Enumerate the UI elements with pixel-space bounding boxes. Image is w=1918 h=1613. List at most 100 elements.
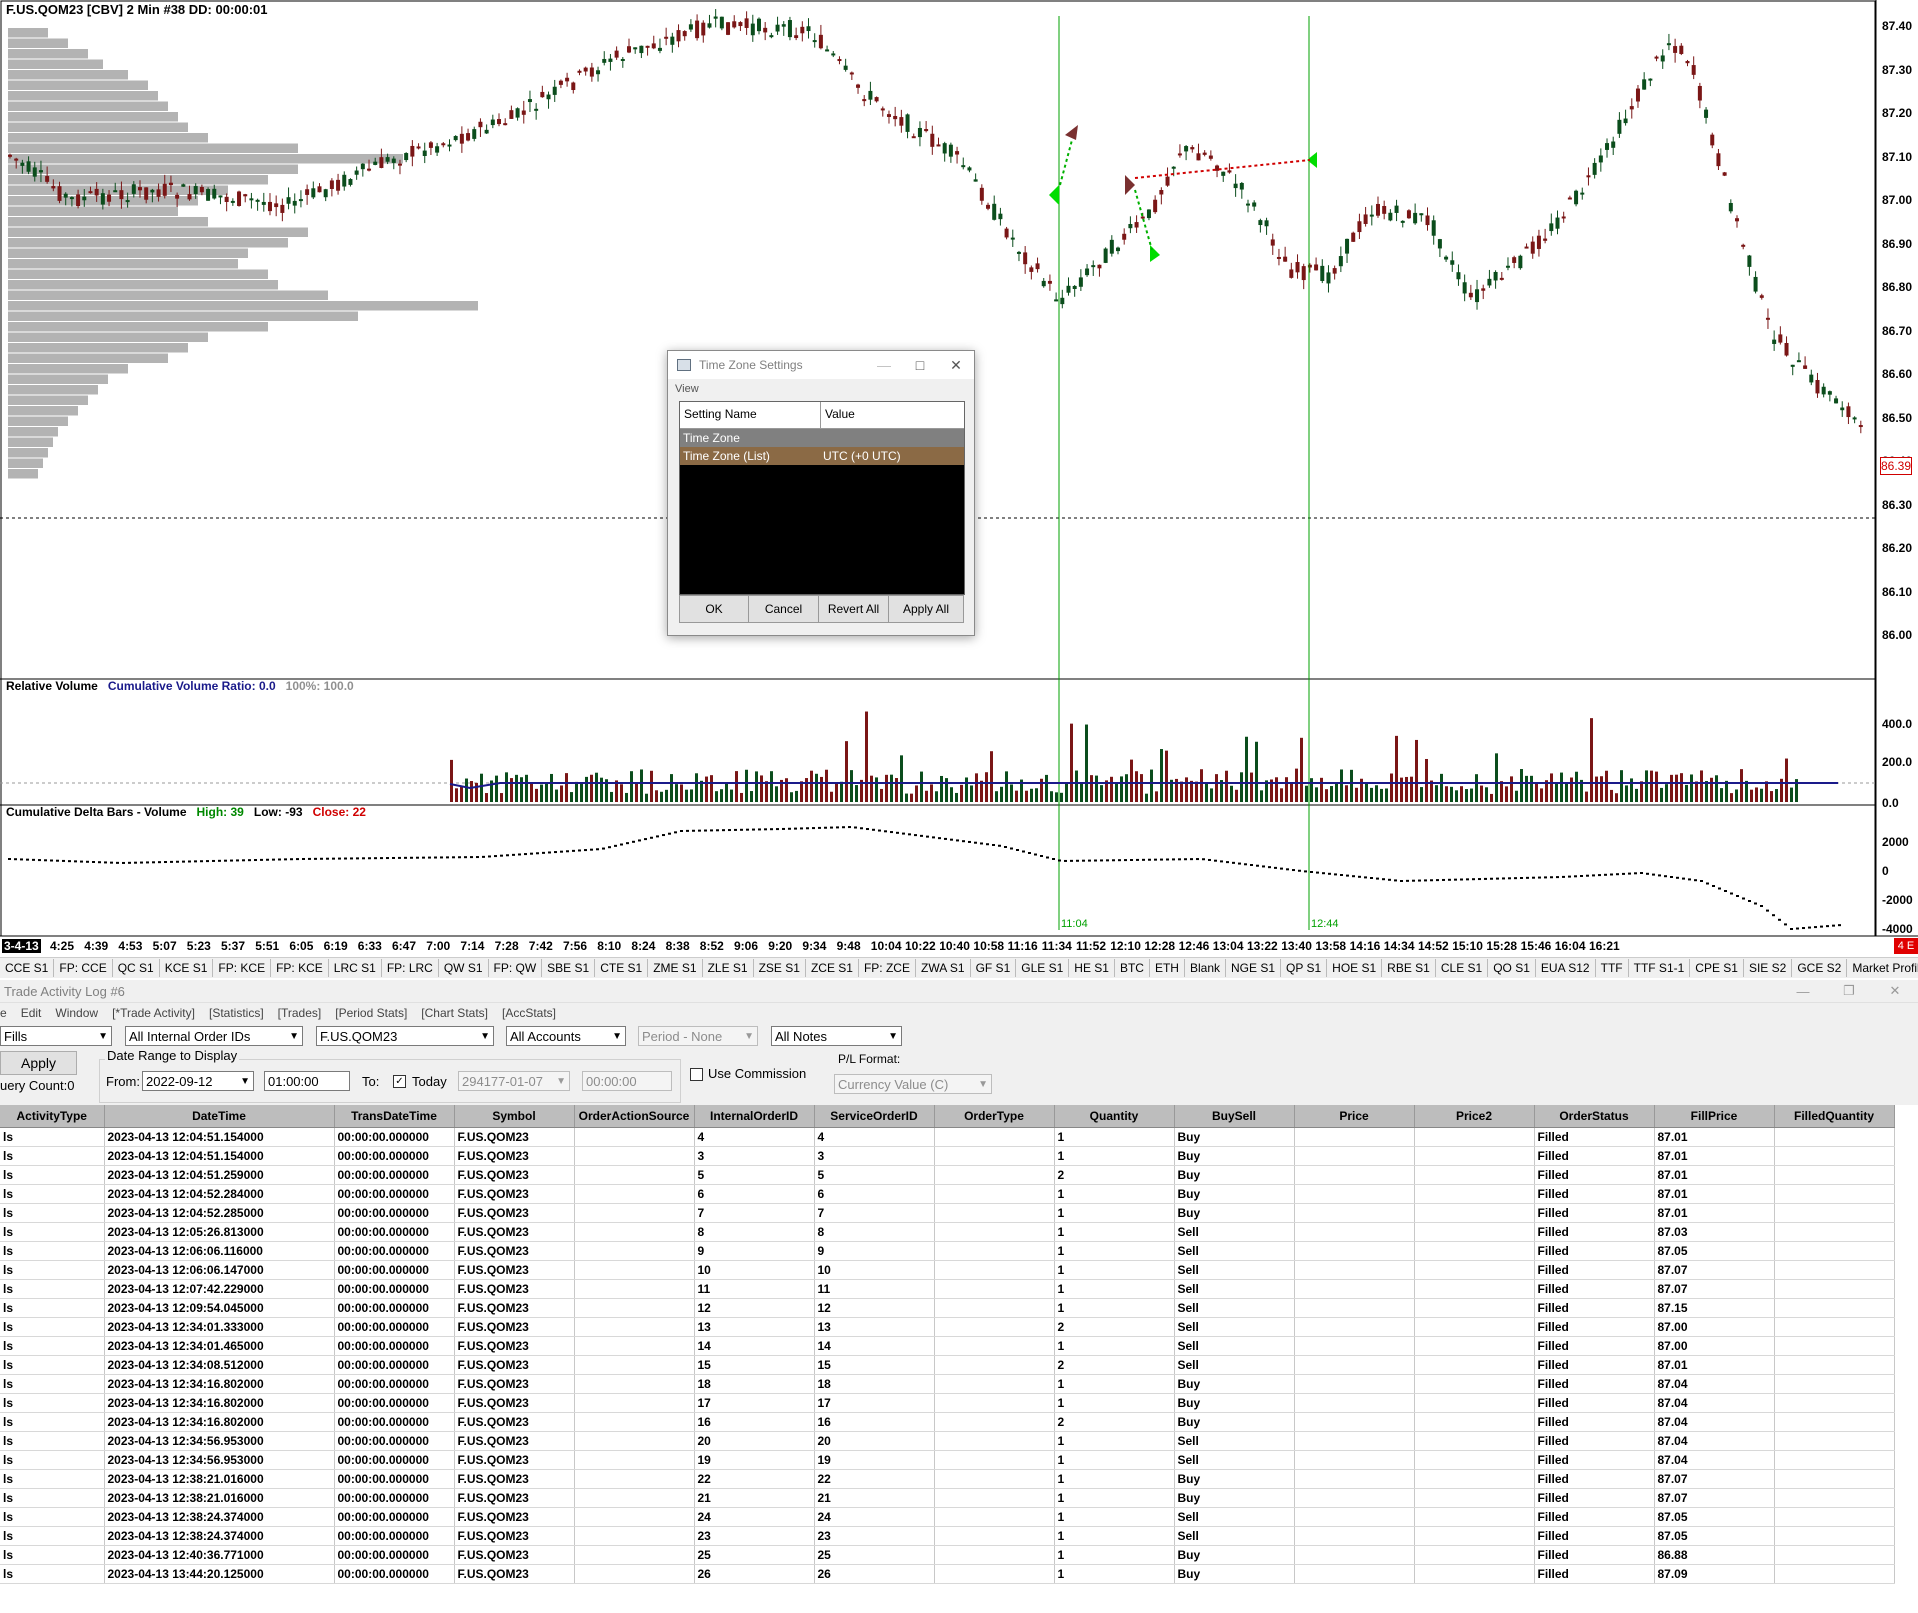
chartbook-tab[interactable]: ZSE S1: [754, 959, 806, 977]
minimize-icon[interactable]: —: [1780, 984, 1826, 999]
chartbook-tab[interactable]: RBE S1: [1382, 959, 1436, 977]
chartbook-tab[interactable]: ETH: [1150, 959, 1185, 977]
chartbook-tab[interactable]: EUA S12: [1536, 959, 1596, 977]
table-row[interactable]: ls 2023-04-13 12:34:56.953000 00:00:00.000…: [0, 1450, 1895, 1470]
table-row[interactable]: ls 2023-04-13 12:38:24.374000 00:00:00.000…: [0, 1507, 1895, 1527]
apply-button[interactable]: Apply: [0, 1051, 77, 1075]
trade-activity-log-window[interactable]: Trade Activity Log #6 — ❐ ✕ e Edit Window […: [0, 980, 1918, 1613]
menu-item[interactable]: Window: [55, 1006, 98, 1020]
table-row[interactable]: ls 2023-04-13 12:40:36.771000 00:00:00.000…: [0, 1545, 1895, 1565]
column-header[interactable]: ServiceOrderID: [814, 1105, 935, 1128]
cancel-button[interactable]: Cancel: [748, 595, 819, 623]
close-icon[interactable]: ✕: [1872, 983, 1918, 999]
from-time-input[interactable]: 01:00:00: [264, 1071, 350, 1091]
today-checkbox[interactable]: ✓: [393, 1075, 406, 1088]
trade-log-titlebar[interactable]: Trade Activity Log #6 — ❐ ✕: [0, 980, 1918, 1003]
chartbook-tab[interactable]: KCE S1: [160, 959, 214, 977]
menu-item[interactable]: [AccStats]: [502, 1006, 556, 1020]
chartbook-tab[interactable]: HOE S1: [1327, 959, 1383, 977]
column-header[interactable]: BuySell: [1174, 1105, 1295, 1128]
chartbook-tab[interactable]: QW S1: [439, 959, 489, 977]
column-header[interactable]: Quantity: [1054, 1105, 1175, 1128]
menu-item[interactable]: [*Trade Activity]: [112, 1006, 195, 1020]
chartbook-tab[interactable]: ZWA S1: [916, 959, 971, 977]
chartbook-tab[interactable]: Blank: [1185, 959, 1226, 977]
notes-select[interactable]: All Notes ▼: [771, 1026, 902, 1046]
chartbook-tab[interactable]: ZCE S1: [806, 959, 859, 977]
trade-activity-grid[interactable]: ActivityType DateTime TransDateTime Symbol O…: [0, 1105, 1918, 1613]
chartbook-tab[interactable]: Market Profile Long Term: [1847, 959, 1918, 977]
apply-all-button[interactable]: Apply All: [888, 595, 964, 623]
table-row[interactable]: ls 2023-04-13 12:34:16.802000 00:00:00.000…: [0, 1374, 1895, 1394]
chartbook-tab[interactable]: SIE S2: [1744, 959, 1793, 977]
maximize-icon[interactable]: □: [902, 357, 938, 373]
table-row[interactable]: ls 2023-04-13 12:04:51.259000 00:00:00.000…: [0, 1165, 1895, 1185]
activity-type-select[interactable]: Fills ▼: [0, 1026, 112, 1046]
menu-item[interactable]: Edit: [21, 1006, 42, 1020]
chartbook-tab[interactable]: TTF: [1596, 959, 1629, 977]
table-row[interactable]: ls 2023-04-13 12:05:26.813000 00:00:00.000…: [0, 1222, 1895, 1242]
chartbook-tab[interactable]: FP: KCE: [271, 959, 329, 977]
chartbook-tab[interactable]: TTF S1-1: [1629, 959, 1691, 977]
chartbook-tab[interactable]: LRC S1: [329, 959, 382, 977]
chartbook-tab[interactable]: GF S1: [971, 959, 1017, 977]
column-header[interactable]: Price2: [1414, 1105, 1535, 1128]
chartbook-tab[interactable]: NGE S1: [1226, 959, 1282, 977]
internal-order-select[interactable]: All Internal Order IDs ▼: [125, 1026, 303, 1046]
settings-table[interactable]: Setting Name Value Time Zone Time Zone (…: [679, 401, 965, 595]
close-icon[interactable]: ✕: [938, 357, 974, 374]
to-date-picker[interactable]: 294177-01-07 ▼: [458, 1071, 570, 1091]
table-row[interactable]: ls 2023-04-13 12:04:52.285000 00:00:00.000…: [0, 1203, 1895, 1223]
setting-row-time-zone[interactable]: Time Zone (List) UTC (+0 UTC): [680, 447, 964, 465]
time-zone-settings-dialog[interactable]: Time Zone Settings — □ ✕ View Setting Na…: [667, 350, 975, 636]
chartbook-tab[interactable]: CPE S1: [1690, 959, 1744, 977]
minimize-icon[interactable]: —: [866, 357, 902, 373]
column-header[interactable]: OrderActionSource: [574, 1105, 695, 1128]
chartbook-tab[interactable]: QP S1: [1281, 959, 1328, 977]
table-row[interactable]: ls 2023-04-13 12:34:01.465000 00:00:00.000…: [0, 1336, 1895, 1356]
from-date-picker[interactable]: 2022-09-12 ▼: [142, 1071, 254, 1091]
menu-item[interactable]: [Period Stats]: [335, 1006, 407, 1020]
chartbook-tab[interactable]: HE S1: [1069, 959, 1115, 977]
column-header[interactable]: OrderType: [934, 1105, 1055, 1128]
dialog-titlebar[interactable]: Time Zone Settings — □ ✕: [668, 351, 974, 379]
chartbook-tab[interactable]: FP: ZCE: [859, 959, 916, 977]
to-time-input[interactable]: 00:00:00: [582, 1071, 672, 1091]
trade-table[interactable]: ActivityType DateTime TransDateTime Symbol O…: [0, 1105, 1895, 1584]
ok-button[interactable]: OK: [679, 595, 749, 623]
column-header[interactable]: InternalOrderID: [694, 1105, 815, 1128]
chartbook-tab[interactable]: FP: CCE: [54, 959, 113, 977]
chartbook-tab[interactable]: GLE S1: [1016, 959, 1070, 977]
accounts-select[interactable]: All Accounts ▼: [506, 1026, 626, 1046]
menu-item[interactable]: [Chart Stats]: [421, 1006, 488, 1020]
chartbook-tab[interactable]: ZLE S1: [703, 959, 754, 977]
column-header[interactable]: Symbol: [454, 1105, 575, 1128]
chartbook-tab[interactable]: FP: QW: [489, 959, 543, 977]
column-header[interactable]: TransDateTime: [334, 1105, 455, 1128]
table-row[interactable]: ls 2023-04-13 12:34:01.333000 00:00:00.000…: [0, 1317, 1895, 1337]
chartbook-tab[interactable]: QC S1: [113, 959, 160, 977]
use-commission-checkbox[interactable]: [690, 1068, 703, 1081]
pl-format-select[interactable]: Currency Value (C) ▼: [834, 1074, 992, 1094]
group-row[interactable]: Time Zone: [680, 429, 964, 447]
restore-icon[interactable]: ❐: [1826, 983, 1872, 999]
table-row[interactable]: ls 2023-04-13 12:38:21.016000 00:00:00.000…: [0, 1488, 1895, 1508]
table-row[interactable]: ls 2023-04-13 12:04:51.154000 00:00:00.000…: [0, 1146, 1895, 1166]
table-row[interactable]: ls 2023-04-13 12:09:54.045000 00:00:00.000…: [0, 1298, 1895, 1318]
column-header[interactable]: OrderStatus: [1534, 1105, 1655, 1128]
revert-all-button[interactable]: Revert All: [818, 595, 889, 623]
setting-value[interactable]: UTC (+0 UTC): [820, 447, 904, 465]
table-row[interactable]: ls 2023-04-13 12:06:06.147000 00:00:00.000…: [0, 1260, 1895, 1280]
table-row[interactable]: ls 2023-04-13 12:06:06.116000 00:00:00.000…: [0, 1241, 1895, 1261]
menu-item[interactable]: e: [0, 1006, 7, 1020]
column-header[interactable]: FillPrice: [1654, 1105, 1775, 1128]
symbol-select[interactable]: F.US.QOM23 ▼: [316, 1026, 494, 1046]
chartbook-tab[interactable]: CCE S1: [0, 959, 55, 977]
menu-item[interactable]: [Statistics]: [209, 1006, 264, 1020]
column-header[interactable]: DateTime: [104, 1105, 335, 1128]
chartbook-tab[interactable]: GCE S2: [1792, 959, 1848, 977]
column-header[interactable]: ActivityType: [0, 1105, 105, 1128]
table-row[interactable]: ls 2023-04-13 12:38:21.016000 00:00:00.000…: [0, 1469, 1895, 1489]
table-row[interactable]: ls 2023-04-13 12:34:16.802000 00:00:00.000…: [0, 1393, 1895, 1413]
chartbook-tab[interactable]: CTE S1: [595, 959, 649, 977]
